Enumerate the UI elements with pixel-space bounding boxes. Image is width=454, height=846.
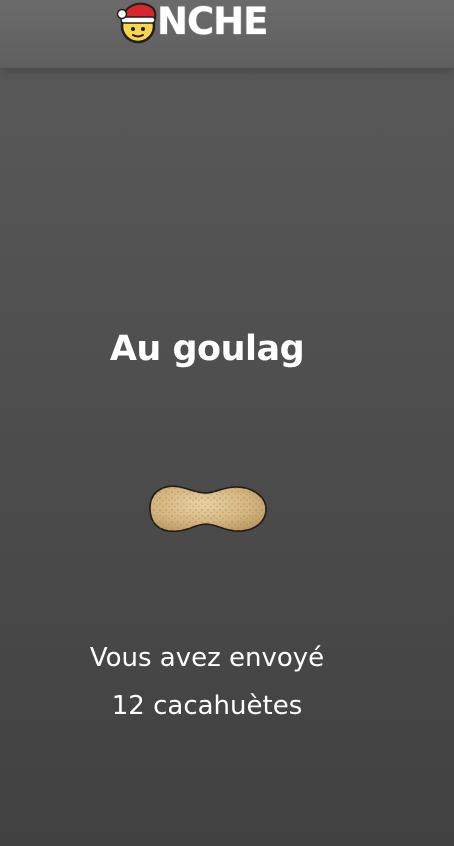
page-title: Au goulag <box>109 329 305 369</box>
logo-text: NCHE <box>157 0 268 43</box>
message-line-2: 12 cacahuètes <box>111 691 303 721</box>
message-line-1: Vous avez envoyé <box>89 643 325 673</box>
santa-face-icon <box>116 2 157 44</box>
top-header: NCHE <box>0 0 454 68</box>
onche-logo[interactable]: NCHE <box>116 0 268 44</box>
peanut-icon <box>149 485 267 533</box>
